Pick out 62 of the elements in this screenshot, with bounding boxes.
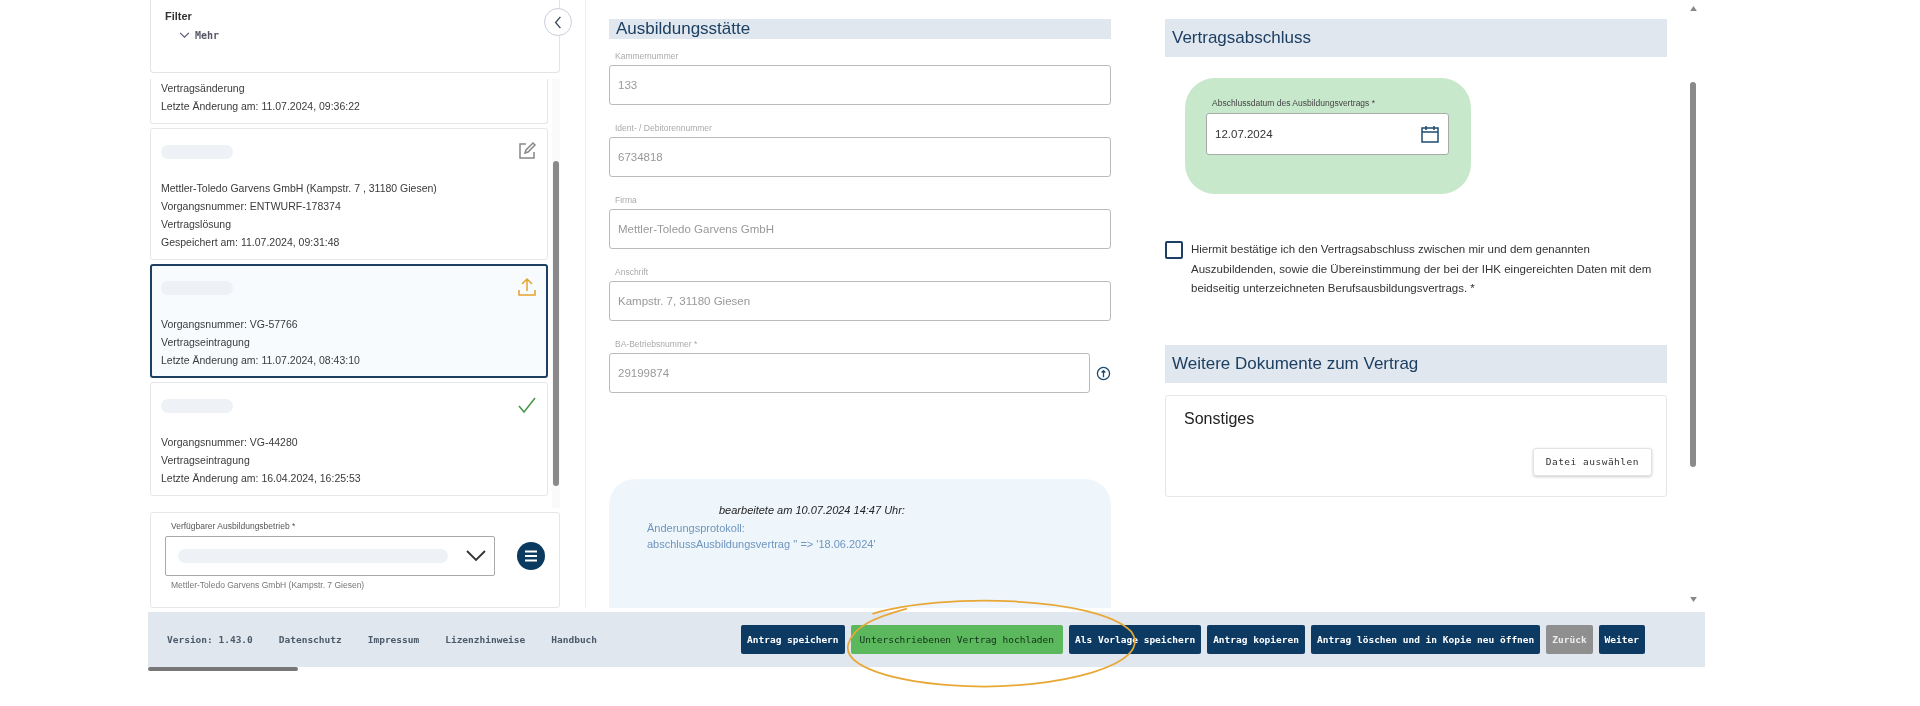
- field-label: Kammernummer: [614, 50, 680, 63]
- card-text: Vertragseintragung: [161, 452, 251, 468]
- scrollbar[interactable]: [1689, 6, 1697, 602]
- footer-link[interactable]: Impressum: [367, 634, 420, 645]
- section-header: Ausbildungsstätte: [609, 19, 1111, 39]
- contract-card[interactable]: Vorgangsnummer: VG-57766 Vertragseintragung Letzte Änderung am: 11.07.2024, 08:43:10: [150, 263, 548, 378]
- section-header: Weitere Dokumente zum Vertrag: [1165, 344, 1667, 383]
- field-label: Ident- / Debitorennummer: [614, 122, 713, 135]
- footer-button[interactable]: Weiter: [1598, 625, 1645, 654]
- choose-file-button[interactable]: Datei auswählen: [1532, 447, 1652, 476]
- date-field[interactable]: 12.07.2024: [1206, 113, 1449, 155]
- chevron-left-icon: [554, 15, 562, 29]
- triangle-up-icon[interactable]: [1689, 6, 1697, 11]
- change-log-text: abschlussAusbildungsvertrag '' => '18.06.2024': [647, 537, 877, 552]
- menu-button[interactable]: [517, 542, 545, 571]
- card-text: Vertragslösung: [161, 216, 233, 232]
- footer-button[interactable]: Unterschriebenen Vertrag hochladen: [850, 625, 1064, 654]
- more-toggle[interactable]: Mehr: [165, 30, 220, 41]
- card-text: Gespeichert am: 11.07.2024, 09:31:48: [161, 234, 341, 250]
- footer-button[interactable]: Antrag speichern: [741, 625, 845, 654]
- footer-button[interactable]: Antrag kopieren: [1207, 625, 1305, 654]
- card-text: Vorgangsnummer: VG-44280: [161, 434, 299, 450]
- footer-button[interactable]: Antrag löschen und in Kopie neu öffnen: [1310, 625, 1541, 654]
- card-text: Letzte Änderung am: 11.07.2024, 09:36:22: [161, 98, 361, 114]
- contract-card[interactable]: Mettler-Toledo Garvens GmbH (Kampstr. 7 , 31180 Giesen) Vorgangsnummer: ENTWURF-178374 Vertragslösung Gespeichert am: 11.07.2024, 09:31:48: [150, 127, 548, 260]
- footer-link[interactable]: Datenschutz: [278, 634, 342, 645]
- field-label: Firma: [614, 194, 638, 207]
- card-title: Sonstiges: [1184, 409, 1256, 428]
- change-log-heading: bearbeitete am 10.07.2024 14:47 Uhr:: [718, 504, 906, 516]
- version-text: Version: 1.43.0: [167, 634, 253, 645]
- chevron-down-icon: [179, 32, 190, 39]
- edit-icon: [517, 140, 537, 161]
- scrollbar[interactable]: [552, 78, 560, 509]
- footer-link[interactable]: Lizenzhinweise: [445, 634, 526, 645]
- card-text: Mettler-Toledo Garvens GmbH (Kampstr. 7 , 31180 Giesen): [161, 180, 438, 196]
- chevron-down-icon: [466, 550, 486, 563]
- card-text: Vertragseintragung: [161, 334, 251, 350]
- card-text: Vorgangsnummer: VG-57766: [161, 316, 299, 332]
- scrollbar[interactable]: [148, 667, 298, 671]
- calendar-icon[interactable]: [1420, 124, 1440, 144]
- collapse-button[interactable]: [544, 8, 572, 36]
- change-log-text: Änderungsprotokoll:: [647, 521, 746, 536]
- field-label: Verfügbarer Ausbildungsbetrieb *: [170, 521, 297, 532]
- section-header: Vertragsabschluss: [1165, 19, 1667, 57]
- field-label: Anschrift: [614, 266, 650, 279]
- filter-title: Filter: [165, 10, 193, 22]
- triangle-down-icon[interactable]: [1689, 597, 1697, 602]
- footer-link[interactable]: Handbuch: [551, 634, 598, 645]
- card-text: Vorgangsnummer: ENTWURF-178374: [161, 198, 342, 214]
- field-label: Abschlussdatum des Ausbildungsvertrags *: [1211, 98, 1376, 108]
- upload-icon: [517, 276, 537, 297]
- company-dropdown[interactable]: [165, 536, 495, 577]
- info-icon[interactable]: [1096, 365, 1111, 381]
- card-text: Letzte Änderung am: 11.07.2024, 08:43:10: [161, 352, 361, 368]
- field-hint: Mettler-Toledo Garvens GmbH (Kampstr. 7 Giesen): [170, 580, 366, 591]
- field-label: BA-Betriebsnummer *: [614, 338, 699, 351]
- contract-card[interactable]: Vertragsänderung Letzte Änderung am: 11.07.2024, 09:36:22: [150, 78, 548, 124]
- card-text: Letzte Änderung am: 16.04.2024, 16:25:53: [161, 470, 362, 486]
- checkbox[interactable]: [1165, 241, 1183, 259]
- card-text: Vertragsänderung: [161, 80, 246, 96]
- contract-card[interactable]: Vorgangsnummer: VG-44280 Vertragseintragung Letzte Änderung am: 16.04.2024, 16:25:53: [150, 381, 548, 496]
- confirmation-text: Hiermit bestätige ich den Vertragsabschluss zwischen mir und dem genannten Auszubildenden, sowie die Übereinstimmung der bei der IHK eingereichten Daten mit dem beidseitig unterzeichneten Berufsausbildungsvertrags. *: [1191, 242, 1653, 296]
